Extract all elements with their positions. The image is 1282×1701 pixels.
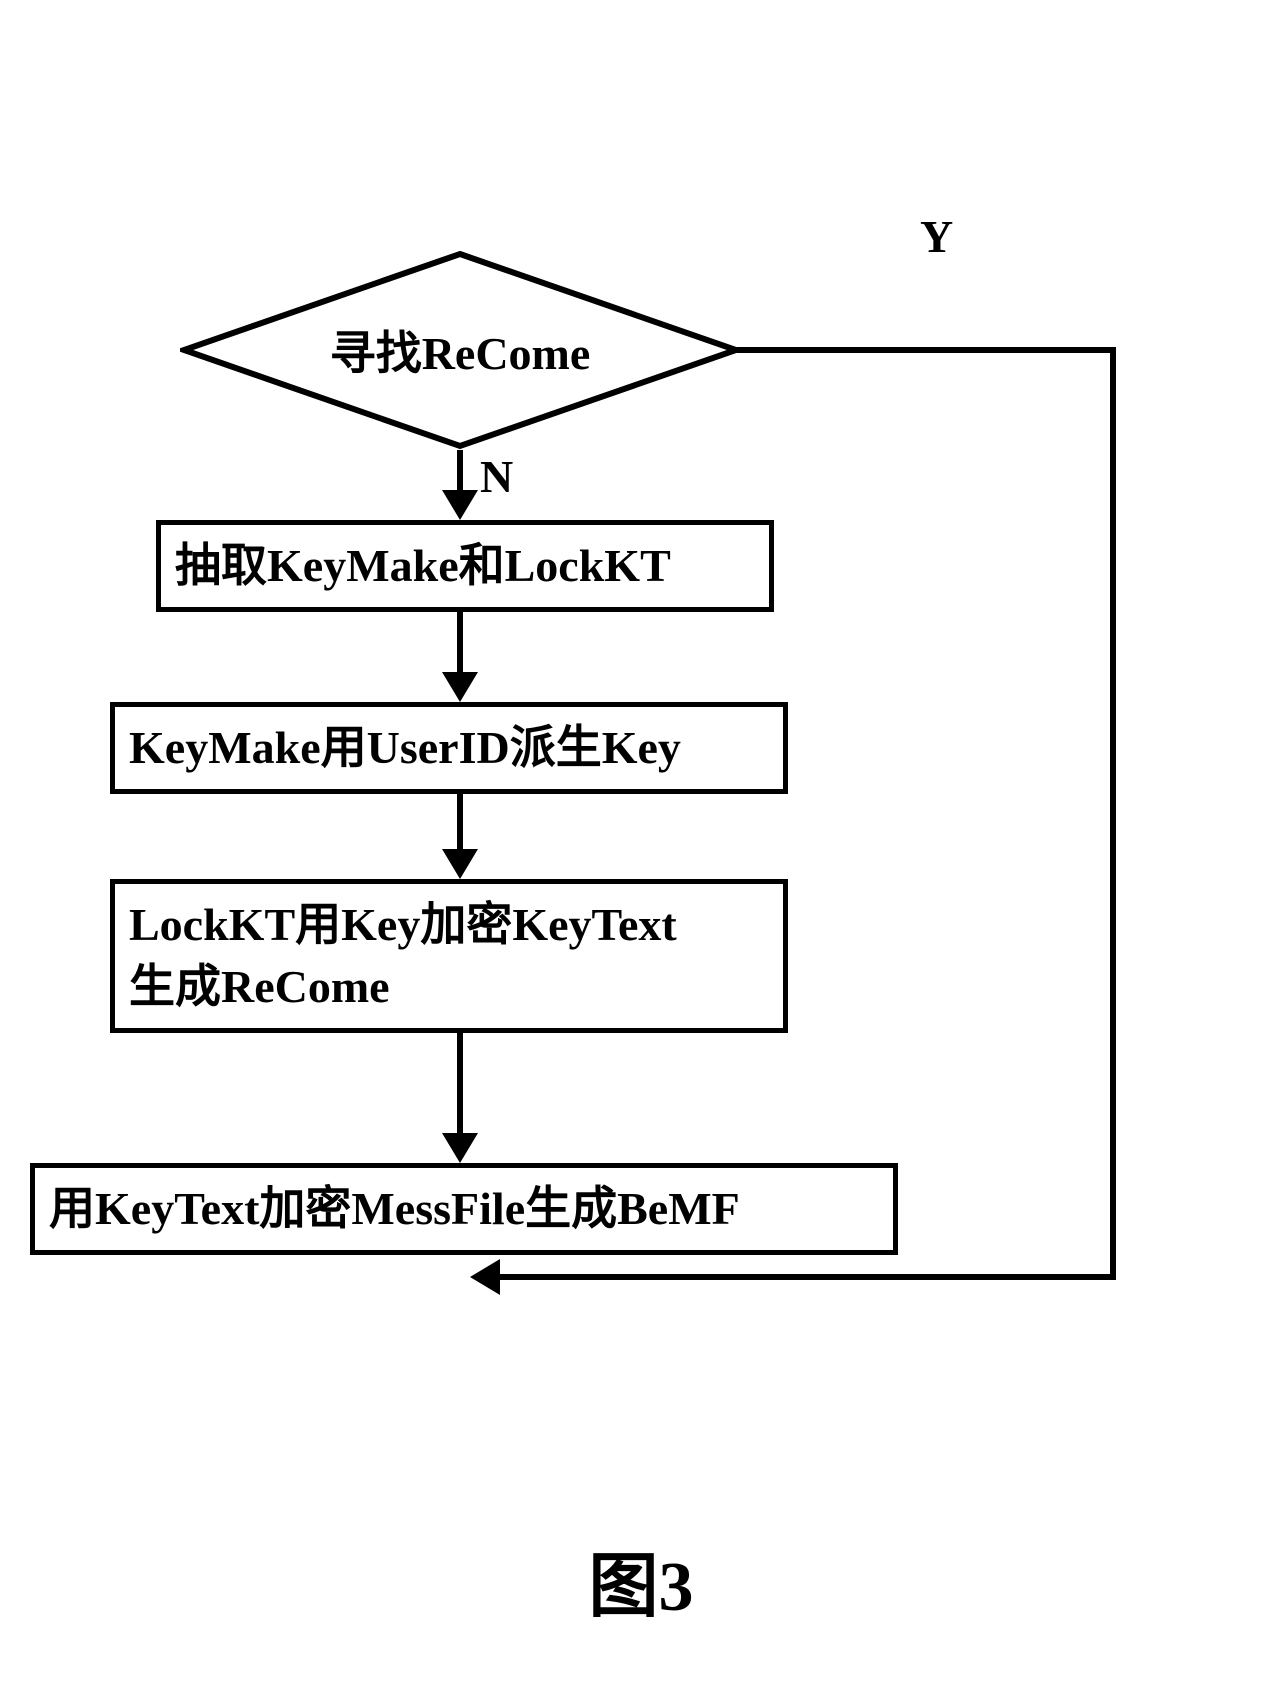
y-branch-hline bbox=[736, 347, 1116, 353]
conn-4-arrow bbox=[442, 1133, 478, 1163]
conn-3-arrow bbox=[442, 849, 478, 879]
conn-2-line bbox=[457, 612, 463, 672]
y-branch-return-hline bbox=[495, 1274, 1116, 1280]
decision-text: 寻找ReCome bbox=[330, 317, 591, 383]
no-label: N bbox=[480, 450, 513, 503]
step4-box: 用KeyText加密MessFile生成BeMF bbox=[30, 1163, 898, 1255]
figure-caption: 图3 bbox=[589, 1530, 694, 1631]
decision-node: 寻找ReCome bbox=[180, 250, 740, 450]
conn-4-line bbox=[457, 1033, 463, 1133]
step1-text: 抽取KeyMake和LockKT bbox=[175, 540, 671, 591]
yes-label: Y bbox=[920, 210, 953, 263]
conn-3-line bbox=[457, 794, 463, 849]
step2-box: KeyMake用UserID派生Key bbox=[110, 702, 788, 794]
step2-text: KeyMake用UserID派生Key bbox=[129, 722, 681, 773]
conn-2-arrow bbox=[442, 672, 478, 702]
conn-1-arrow bbox=[442, 490, 478, 520]
y-branch-vline bbox=[1110, 347, 1116, 1277]
conn-1-line bbox=[457, 450, 463, 490]
y-branch-arrow bbox=[470, 1259, 500, 1295]
step4-text: 用KeyText加密MessFile生成BeMF bbox=[49, 1183, 740, 1234]
step1-box: 抽取KeyMake和LockKT bbox=[156, 520, 774, 612]
step3-box: LockKT用Key加密KeyText 生成ReCome bbox=[110, 879, 788, 1033]
step3-text: LockKT用Key加密KeyText 生成ReCome bbox=[129, 899, 677, 1012]
